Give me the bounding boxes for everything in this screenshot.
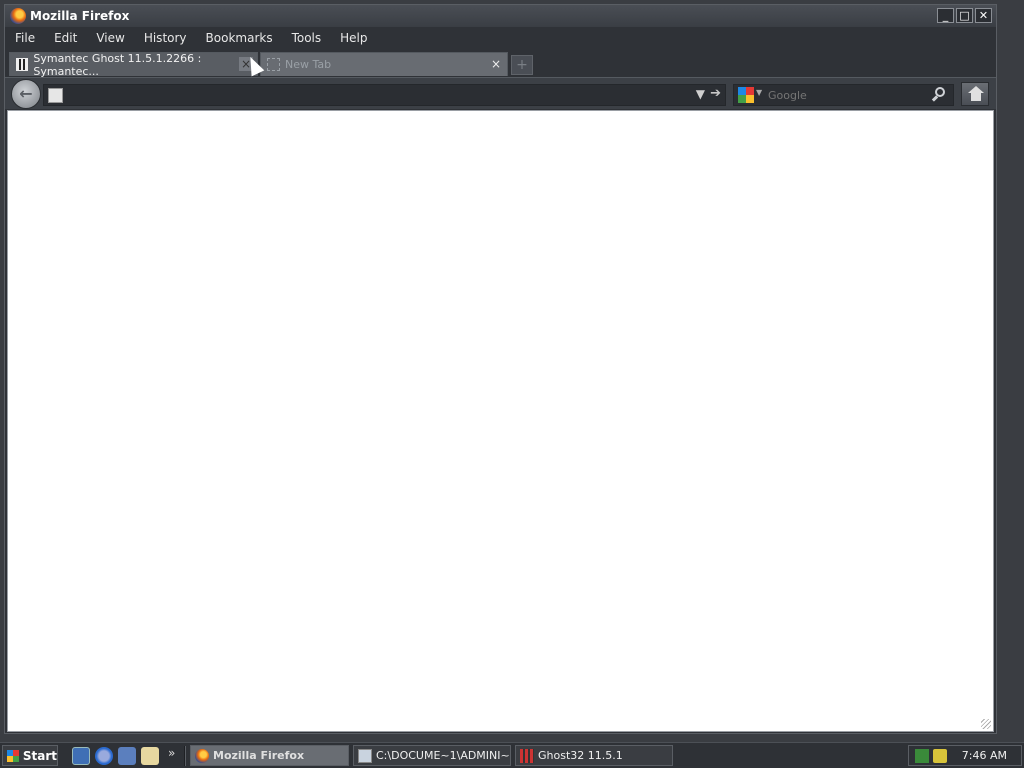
task-ghost32[interactable]: Ghost32 11.5.1	[515, 745, 673, 766]
minimize-button[interactable]: _	[937, 8, 954, 23]
internet-explorer-icon[interactable]	[95, 747, 113, 765]
maximize-button[interactable]: □	[956, 8, 973, 23]
menu-edit[interactable]: Edit	[54, 31, 77, 45]
command-prompt-icon	[358, 748, 372, 763]
show-desktop-icon[interactable]	[72, 747, 90, 765]
menu-help[interactable]: Help	[340, 31, 367, 45]
search-handle-shape	[931, 95, 939, 102]
network-icon[interactable]	[915, 749, 929, 763]
ghost32-icon	[520, 748, 534, 763]
outlook-express-icon[interactable]	[118, 747, 136, 765]
task-label: Mozilla Firefox	[213, 749, 305, 762]
system-tray: 7:46 AM	[908, 745, 1022, 766]
tab-label: New Tab	[285, 58, 332, 71]
search-bar: ▼	[733, 84, 954, 106]
menu-bookmarks[interactable]: Bookmarks	[206, 31, 273, 45]
task-label: Ghost32 11.5.1	[538, 749, 623, 762]
search-icon[interactable]	[931, 87, 947, 103]
firefox-window: Mozilla Firefox _ □ ✕ File Edit View His…	[4, 4, 997, 734]
firefox-icon	[195, 748, 209, 763]
home-icon-base	[971, 93, 981, 101]
navigation-toolbar: ← ▼ ➔ ▼	[5, 77, 996, 109]
tab-close-icon[interactable]: ×	[489, 57, 503, 71]
new-tab-button[interactable]: +	[511, 55, 533, 75]
taskbar-separator	[184, 746, 186, 766]
url-bar[interactable]: ▼ ➔	[43, 84, 726, 106]
window-title: Mozilla Firefox	[30, 9, 130, 23]
task-command-prompt[interactable]: C:\DOCUME~1\ADMINI~...	[353, 745, 511, 766]
search-input[interactable]	[768, 88, 918, 103]
firefox-icon	[10, 8, 26, 24]
back-button[interactable]: ←	[11, 79, 41, 109]
tab-bar: Symantec Ghost 11.5.1.2266 : Symantec...…	[5, 49, 996, 78]
close-button[interactable]: ✕	[975, 8, 992, 23]
tab-new-tab[interactable]: New Tab ×	[260, 52, 508, 76]
tab-label: Symantec Ghost 11.5.1.2266 : Symantec...	[33, 51, 202, 78]
menu-bar: File Edit View History Bookmarks Tools H…	[5, 27, 996, 49]
menu-tools[interactable]: Tools	[292, 31, 322, 45]
taskbar: Start » Mozilla Firefox C:\DOCUME~1\ADMI…	[0, 742, 1024, 768]
menu-file[interactable]: File	[15, 31, 35, 45]
windows-logo-icon	[7, 749, 19, 762]
clock[interactable]: 7:46 AM	[962, 749, 1007, 762]
google-icon[interactable]	[738, 87, 754, 103]
search-engine-dropdown-icon[interactable]: ▼	[756, 88, 762, 97]
tray-app-icon[interactable]	[933, 749, 947, 763]
tab-symantec-ghost[interactable]: Symantec Ghost 11.5.1.2266 : Symantec...…	[9, 51, 258, 78]
window-controls: _ □ ✕	[937, 8, 992, 23]
url-history-dropdown-icon[interactable]: ▼	[696, 87, 705, 101]
home-icon	[968, 86, 984, 93]
go-arrow-icon[interactable]: ➔	[710, 86, 721, 101]
page-content-area[interactable]	[7, 110, 994, 732]
title-bar[interactable]: Mozilla Firefox _ □ ✕	[5, 5, 996, 27]
quicklaunch-overflow-icon[interactable]: »	[168, 746, 175, 760]
search-folder-icon[interactable]	[141, 747, 159, 765]
task-mozilla-firefox[interactable]: Mozilla Firefox	[190, 745, 349, 766]
start-button[interactable]: Start	[2, 745, 58, 766]
ghost-icon	[16, 58, 29, 71]
task-label: C:\DOCUME~1\ADMINI~...	[376, 749, 510, 762]
resize-grip-icon[interactable]	[981, 719, 991, 729]
home-button[interactable]	[961, 82, 989, 106]
site-identity-icon[interactable]	[48, 88, 63, 103]
menu-view[interactable]: View	[96, 31, 124, 45]
start-label: Start	[22, 748, 57, 763]
menu-history[interactable]: History	[144, 31, 187, 45]
blank-page-icon	[267, 58, 280, 71]
